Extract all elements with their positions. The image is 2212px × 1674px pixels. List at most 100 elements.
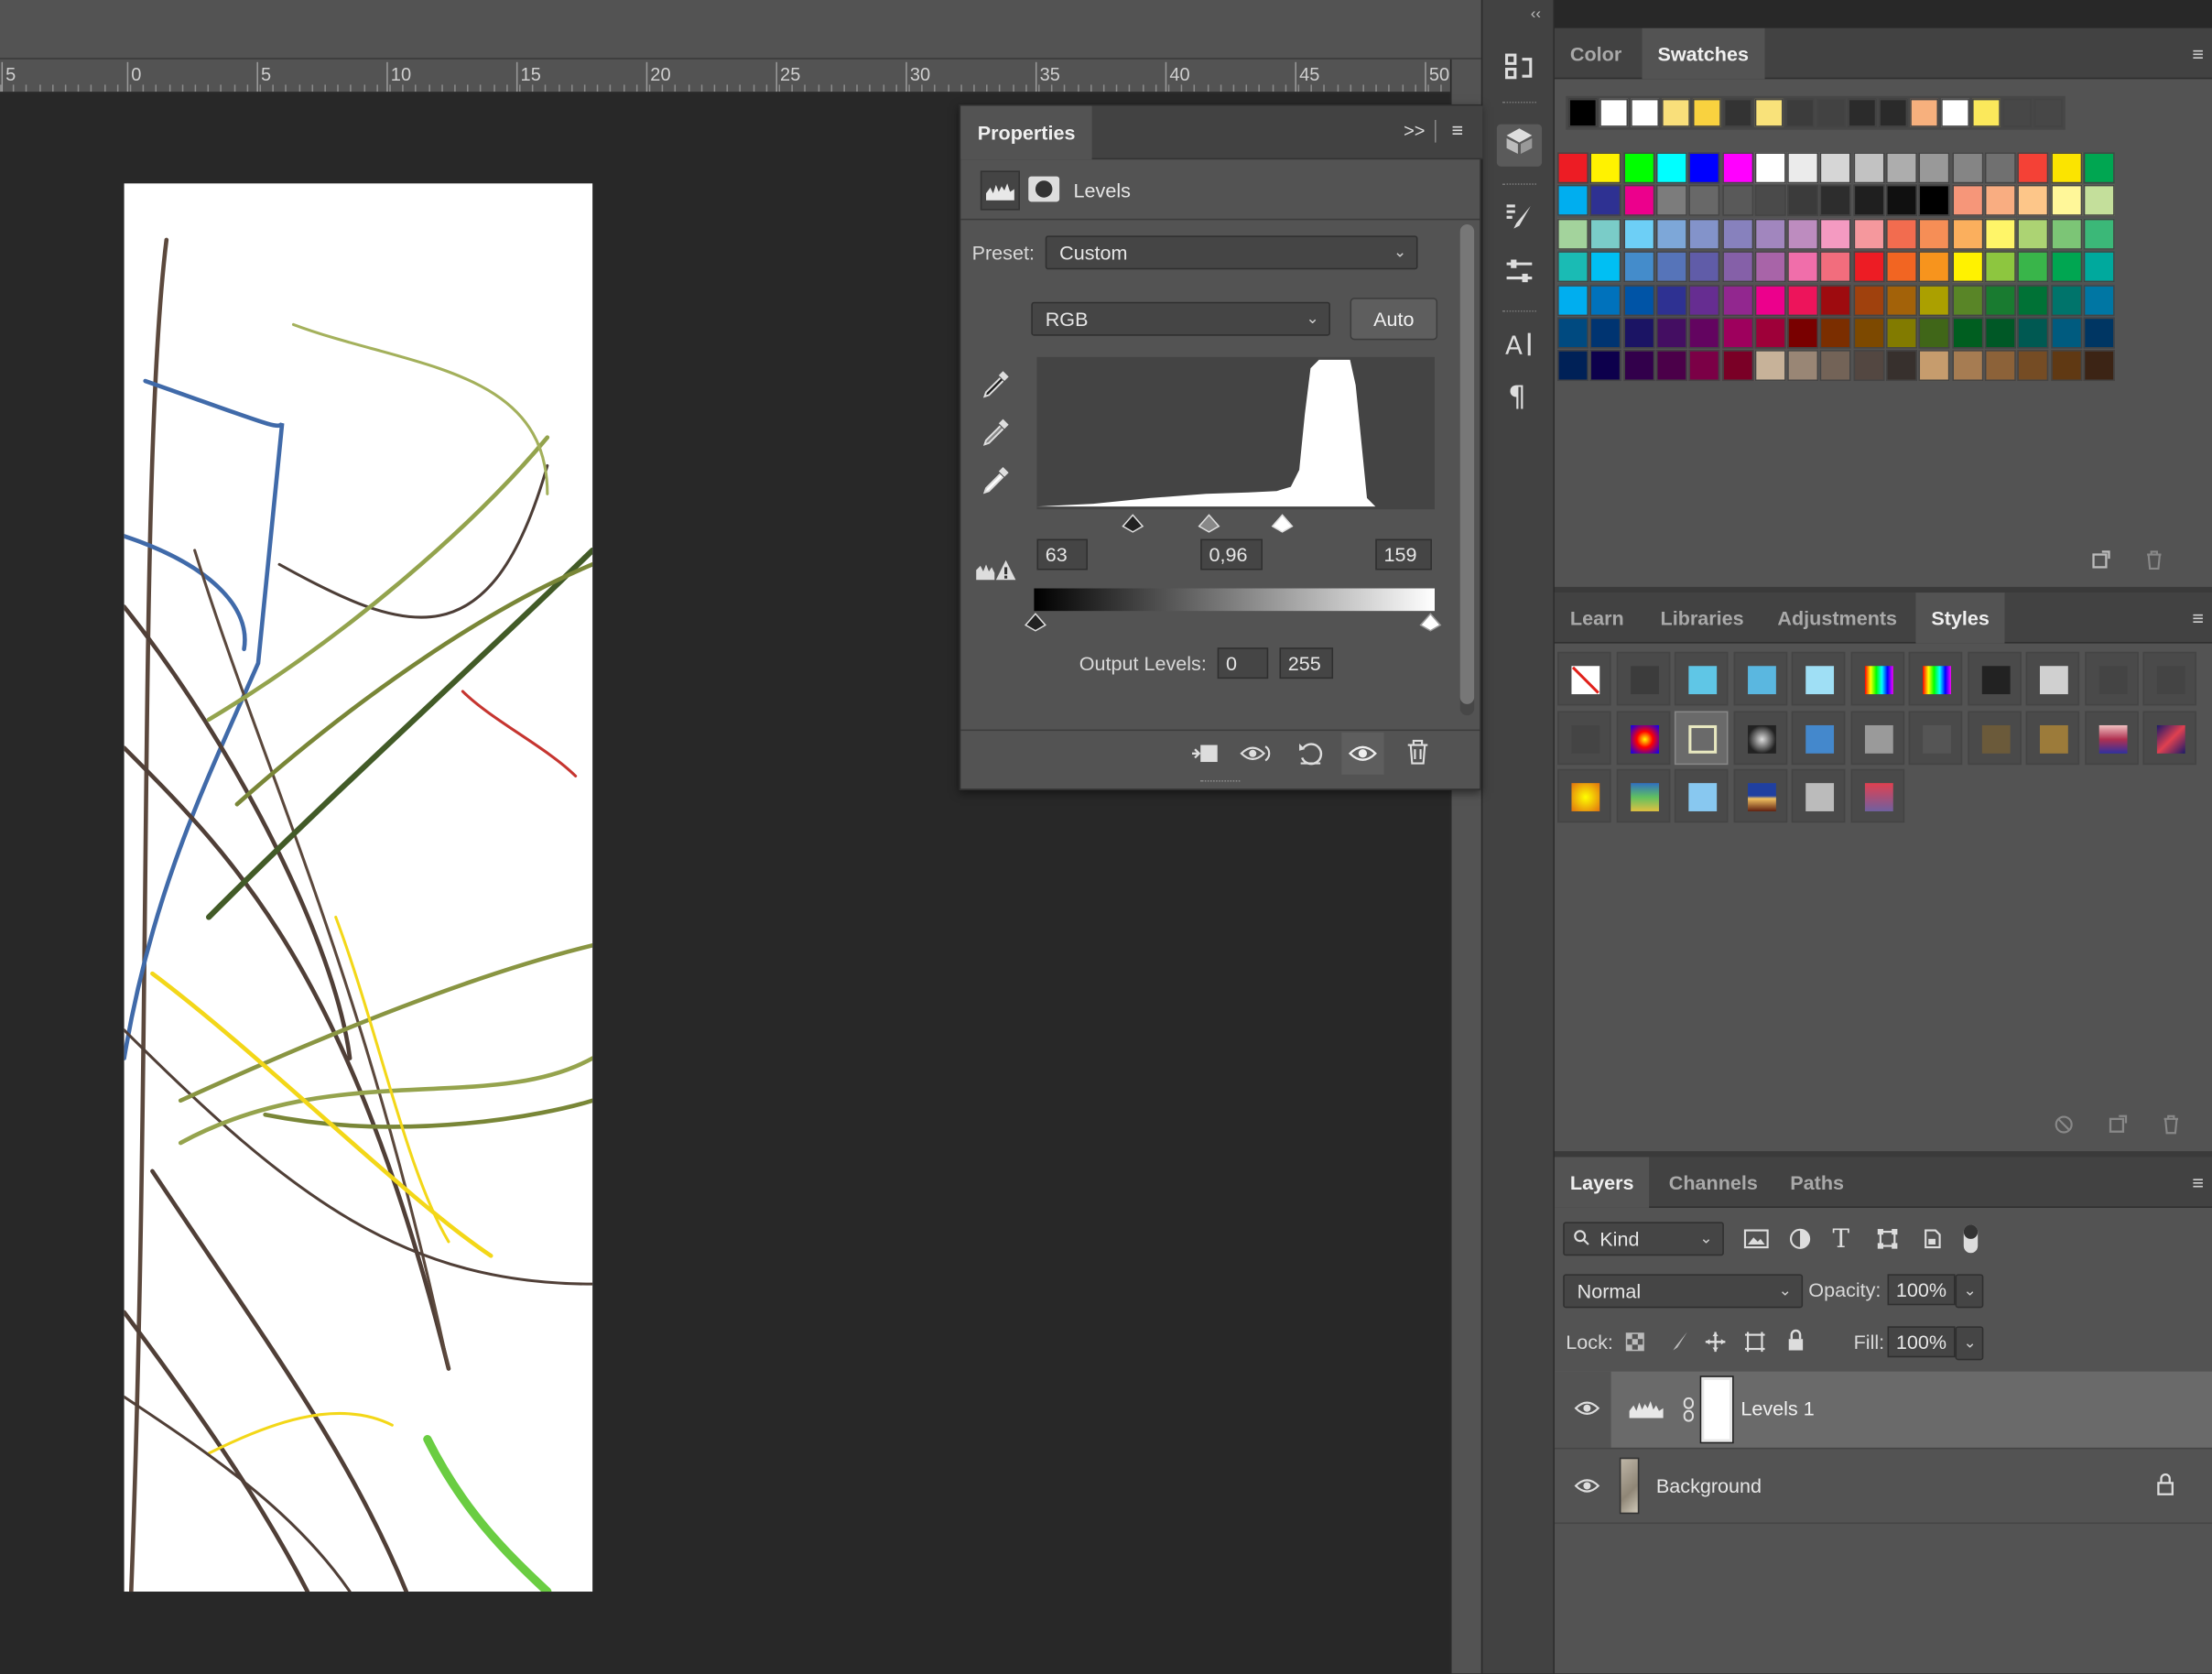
color-swatch[interactable] (1984, 317, 2016, 349)
color-swatch[interactable] (1853, 350, 1885, 382)
color-swatch[interactable] (1853, 284, 1885, 316)
color-swatch[interactable] (1589, 251, 1621, 283)
character-icon[interactable]: A (1497, 327, 1542, 369)
color-swatch[interactable] (1688, 350, 1720, 382)
chain-link-icon[interactable] (1682, 1397, 1696, 1429)
style-swatch[interactable] (1908, 710, 1963, 765)
color-swatch[interactable] (2050, 218, 2082, 250)
gray-point-eyedropper-icon[interactable] (981, 417, 1012, 455)
color-swatch[interactable] (1787, 218, 1819, 250)
color-swatch[interactable] (1557, 251, 1589, 283)
tab-color[interactable]: Color (1555, 28, 1637, 79)
color-swatch[interactable] (1886, 317, 1917, 349)
style-swatch[interactable] (1849, 651, 1904, 706)
panel-menu-icon[interactable]: ≡ (2192, 607, 2208, 630)
recent-swatch[interactable] (1723, 98, 1752, 127)
color-swatch[interactable] (1754, 218, 1786, 250)
new-swatch-icon[interactable] (2090, 550, 2110, 577)
color-swatch[interactable] (1754, 284, 1786, 316)
eye-icon[interactable] (1574, 1476, 1600, 1493)
recent-swatch[interactable] (1568, 98, 1598, 127)
color-swatch[interactable] (1589, 317, 1621, 349)
color-swatch[interactable] (1589, 152, 1621, 184)
color-swatch[interactable] (2050, 251, 2082, 283)
color-swatch[interactable] (1820, 350, 1852, 382)
color-swatch[interactable] (1886, 218, 1917, 250)
color-swatch[interactable] (2017, 218, 2049, 250)
color-swatch[interactable] (2083, 185, 2115, 217)
color-swatch[interactable] (1721, 152, 1753, 184)
color-swatch[interactable] (1754, 350, 1786, 382)
color-swatch[interactable] (2050, 317, 2082, 349)
output-white-field[interactable]: 255 (1279, 647, 1334, 679)
paragraph-icon[interactable]: ¶ (1497, 378, 1542, 420)
layer-filter-kind[interactable]: Kind ⌄ (1563, 1222, 1724, 1256)
style-swatch[interactable] (1791, 710, 1846, 765)
white-point-eyedropper-icon[interactable] (981, 464, 1012, 503)
horizontal-ruler[interactable]: 5 0 5 10 15 20 25 30 35 40 45 50 (0, 59, 1450, 93)
color-swatch[interactable] (1951, 350, 1983, 382)
style-swatch[interactable] (1615, 651, 1670, 706)
color-swatch[interactable] (2083, 251, 2115, 283)
color-swatch[interactable] (1655, 218, 1687, 250)
color-swatch[interactable] (1655, 317, 1687, 349)
recent-swatch[interactable] (1785, 98, 1815, 127)
recent-swatch[interactable] (1910, 98, 1939, 127)
color-swatch[interactable] (1886, 284, 1917, 316)
color-swatch[interactable] (2050, 350, 2082, 382)
recent-swatch[interactable] (2033, 98, 2063, 127)
color-swatch[interactable] (1655, 350, 1687, 382)
panel-menu-icon[interactable]: ≡ (1451, 118, 1463, 141)
color-swatch[interactable] (1951, 185, 1983, 217)
history-icon[interactable] (1497, 50, 1542, 92)
style-swatch[interactable] (1849, 710, 1904, 765)
color-swatch[interactable] (1622, 152, 1654, 184)
color-swatch[interactable] (1984, 350, 2016, 382)
color-swatch[interactable] (1721, 218, 1753, 250)
recent-swatch[interactable] (1662, 98, 1690, 127)
color-swatch[interactable] (2083, 152, 2115, 184)
style-swatch[interactable] (1674, 768, 1729, 823)
filter-toggle-switch[interactable] (1963, 1224, 1979, 1254)
color-swatch[interactable] (1951, 152, 1983, 184)
color-swatch[interactable] (1918, 218, 1950, 250)
lock-all-icon[interactable] (1786, 1329, 1806, 1358)
input-black-field[interactable]: 63 (1036, 538, 1088, 571)
filter-smart-object-icon[interactable] (1922, 1227, 1945, 1256)
style-swatch[interactable] (1557, 768, 1611, 823)
collapse-panels-icon[interactable]: ‹‹ (1531, 5, 1541, 22)
opacity-field[interactable]: 100% (1887, 1274, 1956, 1306)
document-canvas[interactable] (124, 183, 593, 1592)
color-swatch[interactable] (1886, 350, 1917, 382)
style-swatch[interactable] (1967, 710, 2022, 765)
color-swatch[interactable] (1557, 152, 1589, 184)
tab-layers[interactable]: Layers (1554, 1157, 1650, 1208)
channel-select[interactable]: RGB ⌄ (1031, 301, 1330, 336)
color-swatch[interactable] (1622, 218, 1654, 250)
output-slider-track[interactable] (1023, 611, 1446, 634)
color-swatch[interactable] (1754, 317, 1786, 349)
color-swatch[interactable] (1984, 251, 2016, 283)
panel-menu-icon[interactable]: ≡ (2192, 1171, 2208, 1194)
color-swatch[interactable] (2017, 251, 2049, 283)
color-swatch[interactable] (1622, 251, 1654, 283)
color-swatch[interactable] (1820, 185, 1852, 217)
delete-adjustment-icon[interactable] (1406, 739, 1429, 771)
filter-adjustment-icon[interactable] (1789, 1227, 1812, 1256)
tab-swatches[interactable]: Swatches (1642, 27, 1764, 80)
tab-adjustments[interactable]: Adjustments (1762, 592, 1913, 643)
color-swatch[interactable] (1984, 152, 2016, 184)
color-swatch[interactable] (1918, 152, 1950, 184)
color-swatch[interactable] (1589, 218, 1621, 250)
lock-pixels-icon[interactable] (1667, 1331, 1690, 1360)
color-swatch[interactable] (1787, 251, 1819, 283)
opacity-dropdown[interactable]: ⌄ (1955, 1274, 1984, 1309)
color-swatch[interactable] (1721, 185, 1753, 217)
toggle-visibility-button[interactable] (1341, 732, 1384, 775)
color-swatch[interactable] (1557, 185, 1589, 217)
color-swatch[interactable] (1984, 284, 2016, 316)
tab-properties[interactable]: Properties (960, 105, 1092, 160)
black-point-eyedropper-icon[interactable] (981, 368, 1012, 407)
recent-swatch[interactable] (1816, 98, 1846, 127)
color-swatch[interactable] (1622, 350, 1654, 382)
